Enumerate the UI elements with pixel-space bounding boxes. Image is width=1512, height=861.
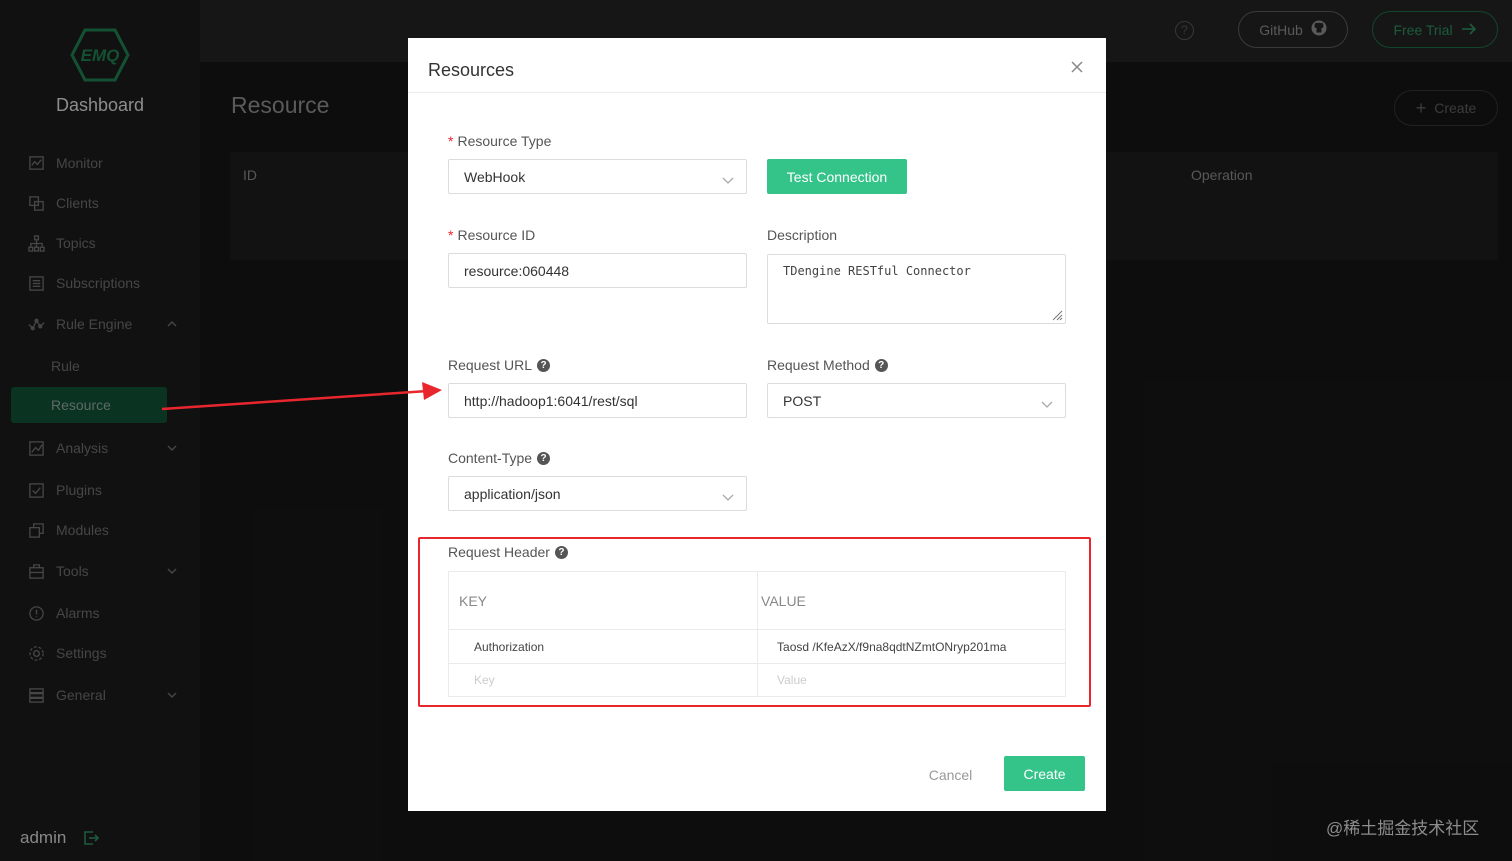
request-url-input[interactable]: http://hadoop1:6041/rest/sql [448,383,747,418]
request-url-value: http://hadoop1:6041/rest/sql [464,392,638,409]
annotation-arrow [161,382,442,411]
resource-id-label: * Resource ID [448,227,536,243]
content-type-label: Content-Type? [448,450,551,466]
create-button[interactable]: Create [1004,756,1085,791]
resource-id-value: resource:060448 [464,262,570,279]
chevron-down-icon [1041,396,1053,408]
resource-id-input[interactable]: resource:060448 [448,253,747,288]
request-method-value: POST [783,392,822,409]
cancel-button[interactable]: Cancel [923,760,978,790]
chevron-down-icon [722,489,734,501]
help-icon[interactable]: ? [874,358,888,372]
highlight-box [418,537,1091,707]
resource-type-select[interactable]: WebHook [448,159,747,194]
dialog-title: Resources [428,60,515,80]
close-icon[interactable] [1070,60,1084,74]
resize-handle-icon[interactable] [1051,309,1063,321]
resource-type-value: WebHook [464,168,526,185]
dialog-header: Resources [408,38,1106,93]
test-connection-button[interactable]: Test Connection [767,159,907,194]
content-type-value: application/json [464,485,561,502]
description-textarea[interactable]: TDengine RESTful Connector [767,254,1066,324]
chevron-down-icon [722,172,734,184]
watermark: @稀土掘金技术社区 [1326,819,1480,838]
description-value: TDengine RESTful Connector [783,264,971,278]
request-method-select[interactable]: POST [767,383,1066,418]
help-icon[interactable]: ? [537,358,551,372]
request-method-label: Request Method? [767,357,888,373]
resource-type-label: * Resource Type [448,133,552,149]
description-label: Description [767,227,838,243]
content-type-select[interactable]: application/json [448,476,747,511]
request-url-label: Request URL? [448,357,551,373]
help-icon[interactable]: ? [537,451,551,465]
